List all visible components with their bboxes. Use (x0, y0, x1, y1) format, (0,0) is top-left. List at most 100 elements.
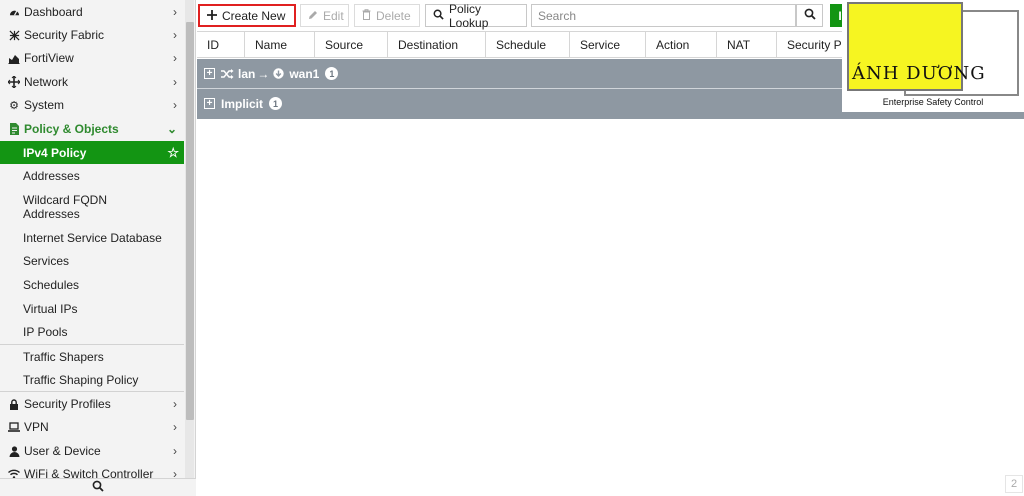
sidebar-item-network[interactable]: Network › (0, 71, 184, 93)
arrow-circle-icon (273, 68, 285, 79)
column-header-source[interactable]: Source (315, 32, 388, 58)
sidebar-item-label: Services (23, 254, 70, 268)
policy-icon (8, 123, 20, 135)
policy-lookup-button[interactable]: Policy Lookup (425, 1, 527, 30)
sidebar-item-traffic-shapers[interactable]: Traffic Shapers (0, 346, 184, 368)
sidebar-item-traffic-shaping-policy[interactable]: Traffic Shaping Policy (0, 369, 184, 391)
sidebar-item-services[interactable]: Services (0, 250, 184, 272)
sidebar-item-label: IPv4 Policy (23, 145, 87, 160)
delete-button[interactable]: Delete (354, 4, 420, 27)
divider (0, 344, 184, 345)
page-number[interactable]: 2 (1005, 475, 1023, 493)
logo-subtitle: Enterprise Safety Control (882, 97, 984, 107)
sidebar-item-wildcard-fqdn[interactable]: Wildcard FQDN Addresses (0, 190, 184, 224)
sidebar-item-label: Security Fabric (24, 28, 105, 42)
sidebar-scroll-thumb[interactable] (186, 22, 194, 420)
sidebar-item-fortiview[interactable]: FortiView › (0, 47, 184, 69)
column-header-id[interactable]: ID (197, 32, 245, 58)
sidebar-item-virtual-ips[interactable]: Virtual IPs (0, 298, 184, 320)
sidebar-item-label: VPN (24, 420, 49, 434)
logo-title: ÁNH DƯƠNG (852, 63, 986, 84)
chevron-right-icon: › (173, 444, 177, 458)
destination-interface: wan1 (289, 66, 320, 81)
chevron-right-icon: › (173, 467, 177, 478)
sidebar-item-vpn[interactable]: VPN › (0, 416, 184, 438)
policy-count-badge: 1 (325, 67, 339, 80)
wifi-icon (8, 468, 20, 478)
sidebar-item-addresses[interactable]: Addresses (0, 165, 184, 187)
search-field (531, 4, 796, 27)
shuffle-icon (221, 68, 234, 79)
sidebar-item-label: WiFi & Switch Controller (24, 467, 154, 478)
lock-icon (8, 398, 20, 410)
sidebar-item-label-line2: Addresses (23, 207, 80, 221)
search-icon (804, 8, 816, 23)
column-header-name[interactable]: Name (245, 32, 315, 58)
chevron-right-icon: › (173, 75, 177, 89)
policy-lookup-label: Policy Lookup (449, 1, 489, 30)
sidebar-item-user-device[interactable]: User & Device › (0, 440, 184, 462)
fabric-icon (8, 29, 20, 41)
sidebar-item-label: Traffic Shaping Policy (23, 373, 139, 387)
sidebar-nav: Dashboard › Security Fabric › FortiView … (0, 0, 184, 478)
sidebar: Dashboard › Security Fabric › FortiView … (0, 0, 196, 496)
policy-count-badge: 1 (269, 97, 283, 110)
delete-label: Delete (376, 8, 411, 23)
column-header-nat[interactable]: NAT (717, 32, 777, 58)
sidebar-item-label: FortiView (24, 51, 74, 65)
sidebar-item-policy-objects[interactable]: Policy & Objects ⌄ (0, 118, 184, 140)
sidebar-item-security-fabric[interactable]: Security Fabric › (0, 24, 184, 46)
divider (197, 118, 1024, 119)
chevron-right-icon: › (173, 98, 177, 112)
sidebar-item-wifi-switch[interactable]: WiFi & Switch Controller › (0, 463, 184, 478)
implicit-group-label: Implicit (221, 96, 264, 111)
chevron-down-icon: ⌄ (166, 122, 177, 136)
expand-icon[interactable]: + (204, 68, 215, 79)
sidebar-item-ip-pools[interactable]: IP Pools (0, 321, 184, 343)
gear-icon: ⚙ (9, 99, 19, 112)
create-new-button[interactable]: Create New (198, 4, 296, 27)
sidebar-item-label: Dashboard (24, 5, 83, 19)
sidebar-item-schedules[interactable]: Schedules (0, 274, 184, 296)
sidebar-item-label: Virtual IPs (23, 302, 78, 316)
edit-button[interactable]: Edit (300, 4, 349, 27)
sidebar-item-label: Addresses (23, 169, 80, 183)
star-icon[interactable]: ☆ (167, 145, 179, 161)
column-header-security-profiles[interactable]: Security Pr (777, 32, 843, 58)
sidebar-item-label: IP Pools (23, 325, 68, 339)
chevron-right-icon: › (173, 51, 177, 65)
divider (0, 391, 184, 392)
sidebar-item-label: User & Device (24, 444, 101, 458)
chevron-right-icon: › (173, 397, 177, 411)
column-header-service[interactable]: Service (570, 32, 646, 58)
sidebar-item-label: Traffic Shapers (23, 350, 104, 364)
search-submit-button[interactable] (796, 4, 823, 27)
sidebar-item-label: Network (24, 75, 69, 89)
sidebar-item-label: System (24, 98, 65, 112)
user-icon (8, 445, 20, 457)
chart-icon (8, 52, 20, 64)
sidebar-item-internet-service-database[interactable]: Internet Service Database (0, 227, 184, 249)
column-header-action[interactable]: Action (646, 32, 717, 58)
arrow-icon: → (257, 66, 270, 81)
search-input[interactable] (538, 8, 788, 23)
laptop-icon (8, 421, 20, 433)
sidebar-item-dashboard[interactable]: Dashboard › (0, 1, 184, 23)
watermark-logo: ÁNH DƯƠNG Enterprise Safety Control (842, 0, 1024, 112)
sidebar-item-security-profiles[interactable]: Security Profiles › (0, 393, 184, 415)
sidebar-item-system[interactable]: ⚙ System › (0, 94, 184, 116)
expand-icon[interactable]: + (204, 98, 215, 109)
column-header-schedule[interactable]: Schedule (486, 32, 570, 58)
pencil-icon (308, 9, 318, 23)
chevron-right-icon: › (173, 28, 177, 42)
trash-icon (362, 8, 371, 23)
plus-icon (207, 9, 217, 23)
sidebar-search-button[interactable] (0, 478, 196, 496)
source-interface: lan (238, 66, 256, 81)
search-icon (433, 9, 444, 23)
column-header-destination[interactable]: Destination (388, 32, 486, 58)
chevron-right-icon: › (173, 5, 177, 19)
sidebar-item-ipv4-policy[interactable]: IPv4 Policy ☆ (0, 141, 184, 164)
network-icon (8, 76, 20, 88)
chevron-right-icon: › (173, 420, 177, 434)
